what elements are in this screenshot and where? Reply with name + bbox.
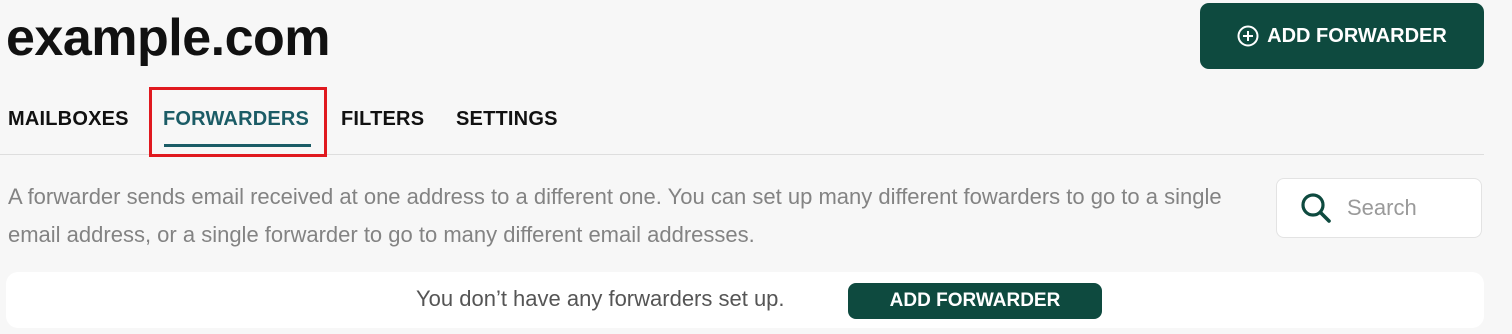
plus-circle-icon — [1237, 25, 1259, 47]
tab-settings[interactable]: SETTINGS — [456, 108, 558, 131]
forwarders-tab-highlight — [149, 87, 327, 157]
search-box[interactable] — [1276, 178, 1482, 238]
empty-state-message: You don’t have any forwarders set up. — [416, 286, 785, 311]
add-forwarder-button[interactable]: ADD FORWARDER — [1200, 3, 1484, 69]
add-forwarder-button-label: ADD FORWARDER — [1267, 24, 1447, 47]
forwarders-description: A forwarder sends email received at one … — [8, 184, 1222, 247]
empty-state-add-forwarder-button[interactable]: ADD FORWARDER — [848, 283, 1102, 319]
tab-mailboxes[interactable]: MAILBOXES — [8, 108, 129, 131]
tab-filters[interactable]: FILTERS — [341, 108, 424, 131]
empty-state-panel: You don’t have any forwarders set up. AD… — [6, 272, 1484, 328]
search-input[interactable] — [1345, 194, 1469, 222]
search-icon — [1299, 191, 1333, 225]
page-title: example.com — [6, 9, 331, 67]
